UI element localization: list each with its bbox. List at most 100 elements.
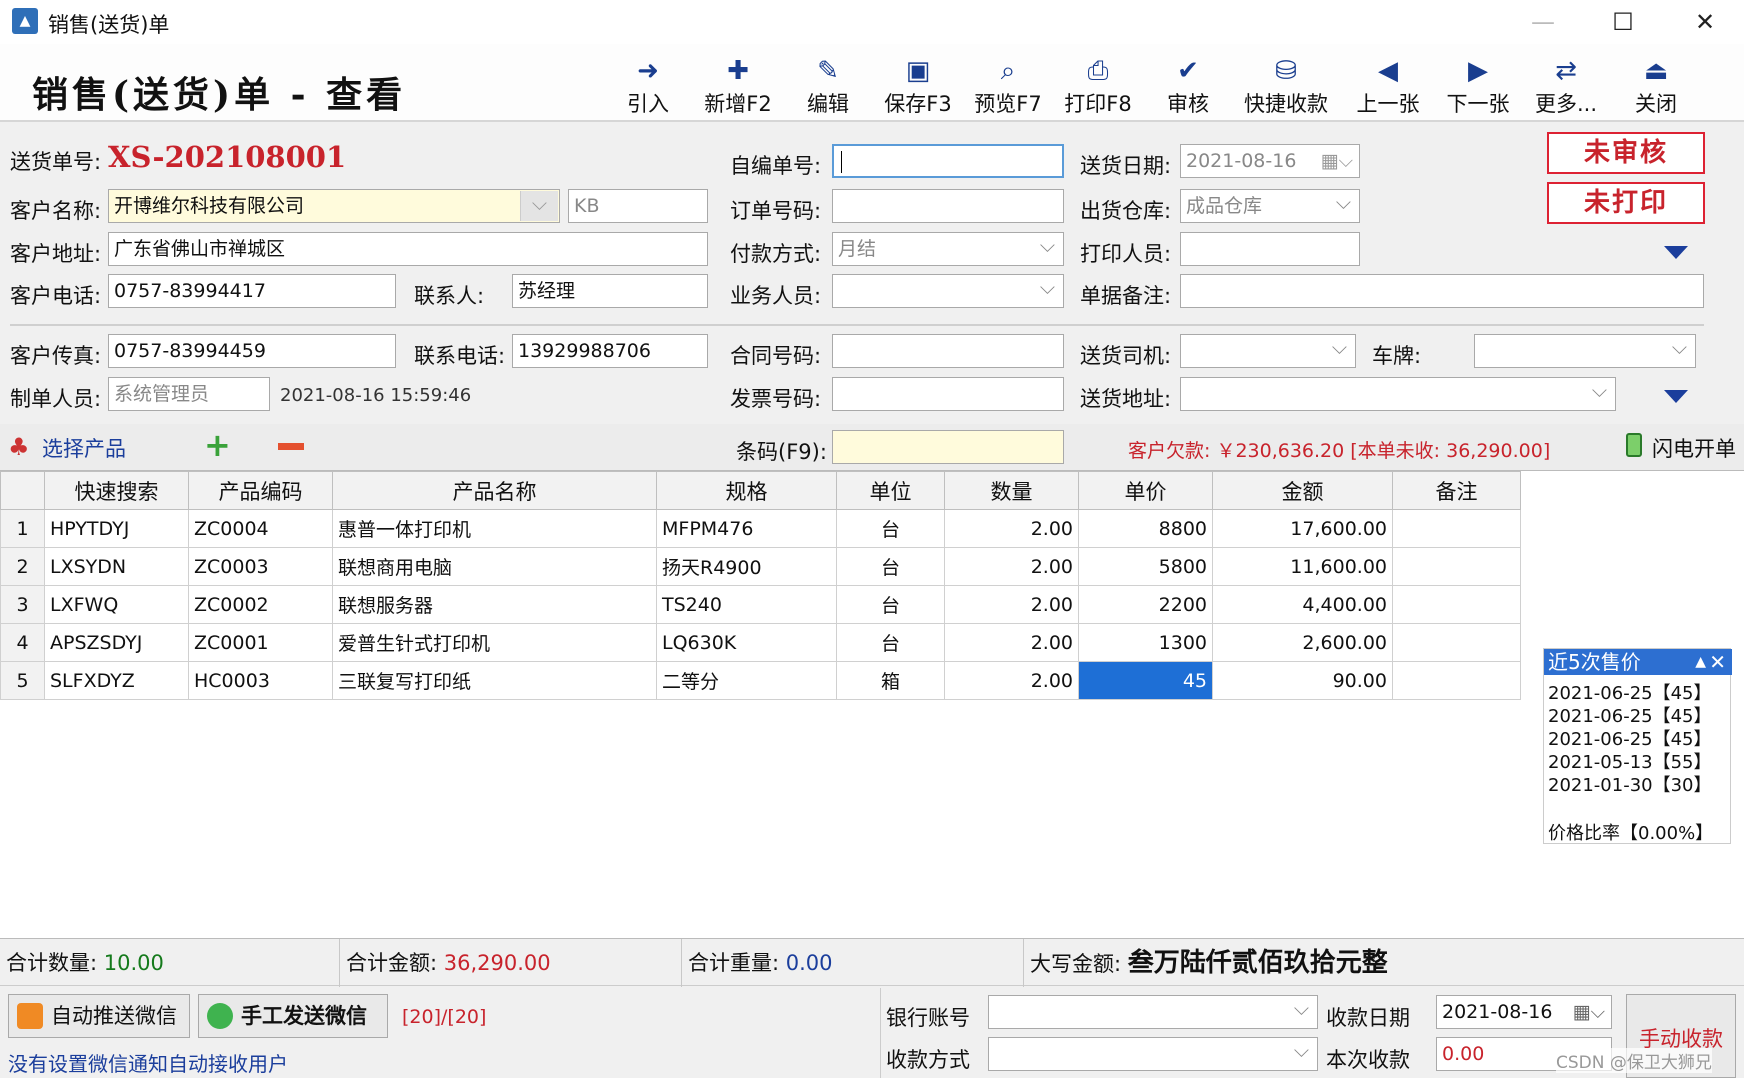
table-cell[interactable]: 2.00 <box>944 509 1079 548</box>
table-cell[interactable]: 45 <box>1078 661 1213 700</box>
column-header[interactable]: 金额 <box>1212 471 1393 510</box>
table-cell[interactable]: 2.00 <box>944 547 1079 586</box>
table-cell[interactable]: 8800 <box>1078 509 1213 548</box>
table-cell[interactable]: 台 <box>836 623 945 662</box>
receive-method-select[interactable] <box>988 1037 1318 1071</box>
phone-input[interactable]: 0757-83994417 <box>108 274 396 308</box>
toolbar-button-3[interactable]: ▣ 保存F3 <box>876 54 960 120</box>
toolbar-button-10[interactable]: ⇄ 更多... <box>1524 54 1608 120</box>
table-cell[interactable]: 2,600.00 <box>1212 623 1393 662</box>
table-row[interactable]: 1 HPYTDYJ ZC0004 惠普一体打印机 MFPM476 台 2.00 8800 17,… <box>0 509 1521 548</box>
column-header[interactable]: 快速搜索 <box>44 471 189 510</box>
table-cell[interactable]: 2.00 <box>944 661 1079 700</box>
table-cell[interactable]: 箱 <box>836 661 945 700</box>
table-cell[interactable]: 11,600.00 <box>1212 547 1393 586</box>
date-input[interactable]: 2021-08-16 ▦⌵ <box>1180 144 1360 178</box>
toolbar-button-7[interactable]: ⛁ 快捷收款 <box>1244 54 1328 120</box>
bank-select[interactable] <box>988 995 1318 1029</box>
table-cell[interactable]: 惠普一体打印机 <box>332 509 657 548</box>
table-cell[interactable] <box>1392 661 1521 700</box>
toolbar-button-1[interactable]: ✚ 新增F2 <box>696 54 780 120</box>
flash-order-button[interactable]: 闪电开单 <box>1652 433 1736 463</box>
column-header[interactable]: 单位 <box>836 471 945 510</box>
table-cell[interactable]: 3 <box>0 585 45 624</box>
table-cell[interactable]: ZC0001 <box>188 623 333 662</box>
order-code-input[interactable] <box>832 189 1064 223</box>
column-header[interactable]: 单价 <box>1078 471 1213 510</box>
table-cell[interactable]: 爱普生针式打印机 <box>332 623 657 662</box>
table-cell[interactable]: ZC0004 <box>188 509 333 548</box>
table-cell[interactable]: APSZSDYJ <box>44 623 189 662</box>
customer-input[interactable]: 开博维尔科技有限公司 <box>108 189 560 223</box>
table-cell[interactable]: 联想商用电脑 <box>332 547 657 586</box>
table-cell[interactable]: 5 <box>0 661 45 700</box>
table-cell[interactable]: 二等分 <box>656 661 837 700</box>
table-cell[interactable]: 台 <box>836 509 945 548</box>
table-cell[interactable]: 扬天R4900 <box>656 547 837 586</box>
table-cell[interactable]: 台 <box>836 547 945 586</box>
column-header[interactable]: 规格 <box>656 471 837 510</box>
table-cell[interactable]: 2.00 <box>944 623 1079 662</box>
table-row[interactable]: 2 LXSYDN ZC0003 联想商用电脑 扬天R4900 台 2.00 5800 11,60… <box>0 547 1521 586</box>
table-cell[interactable]: 4 <box>0 623 45 662</box>
table-row[interactable]: 5 SLFXDYZ HC0003 三联复写打印纸 二等分箱 2.00 45 90.00 <box>0 661 1521 700</box>
payment-select[interactable]: 月结 <box>832 232 1064 266</box>
salesman-select[interactable] <box>832 274 1064 308</box>
maximize-icon[interactable]: ☐ <box>1598 4 1648 40</box>
table-row[interactable]: 4 APSZSDYJ ZC0001 爱普生针式打印机 LQ630K 台 2.00 1300 2,… <box>0 623 1521 662</box>
expand-down-icon-2[interactable] <box>1664 390 1688 403</box>
table-cell[interactable]: 5800 <box>1078 547 1213 586</box>
table-cell[interactable] <box>1392 509 1521 548</box>
table-cell[interactable]: 4,400.00 <box>1212 585 1393 624</box>
customer-dropdown-icon[interactable]: ⌵ <box>520 191 558 221</box>
calendar-icon-2[interactable]: ▦⌵ <box>1573 996 1605 1028</box>
table-cell[interactable]: HC0003 <box>188 661 333 700</box>
customer-code-input[interactable]: KB <box>568 189 708 223</box>
contact-phone-input[interactable]: 13929988706 <box>512 334 708 368</box>
self-no-input[interactable] <box>832 144 1064 178</box>
table-cell[interactable]: 2.00 <box>944 585 1079 624</box>
auto-push-wechat-button[interactable]: 自动推送微信 <box>8 994 190 1038</box>
table-cell[interactable]: 1300 <box>1078 623 1213 662</box>
close-popup-icon[interactable]: ✕ <box>1709 649 1726 675</box>
delivery-address-select[interactable] <box>1180 377 1616 411</box>
table-cell[interactable]: 联想服务器 <box>332 585 657 624</box>
toolbar-button-11[interactable]: ⏏ 关闭 <box>1614 54 1698 120</box>
calendar-icon[interactable]: ▦⌵ <box>1321 145 1353 177</box>
toolbar-button-0[interactable]: ➜ 引入 <box>606 54 690 120</box>
table-row[interactable]: 3 LXFWQ ZC0002 联想服务器 TS240 台 2.00 2200 4,400.00 <box>0 585 1521 624</box>
toolbar-button-4[interactable]: ⌕ 预览F7 <box>966 54 1050 120</box>
toolbar-button-8[interactable]: ◀ 上一张 <box>1346 54 1430 120</box>
toolbar-button-9[interactable]: ▶ 下一张 <box>1436 54 1520 120</box>
minimize-icon[interactable]: — <box>1518 4 1568 40</box>
table-cell[interactable]: 2 <box>0 547 45 586</box>
column-header[interactable]: 数量 <box>944 471 1079 510</box>
table-cell[interactable]: LQ630K <box>656 623 837 662</box>
receive-date-input[interactable]: 2021-08-16 ▦⌵ <box>1436 995 1612 1029</box>
table-cell[interactable]: 2200 <box>1078 585 1213 624</box>
table-cell[interactable] <box>1392 585 1521 624</box>
remove-row-icon[interactable] <box>278 443 304 450</box>
table-cell[interactable]: MFPM476 <box>656 509 837 548</box>
expand-down-icon[interactable] <box>1664 246 1688 259</box>
collapse-icon[interactable]: ▲ <box>1695 649 1706 675</box>
table-cell[interactable]: ZC0003 <box>188 547 333 586</box>
fax-input[interactable]: 0757-83994459 <box>108 334 396 368</box>
contract-input[interactable] <box>832 334 1064 368</box>
driver-select[interactable] <box>1180 334 1356 368</box>
table-cell[interactable]: 台 <box>836 585 945 624</box>
table-cell[interactable] <box>1392 623 1521 662</box>
barcode-input[interactable] <box>832 430 1064 464</box>
table-cell[interactable]: LXFWQ <box>44 585 189 624</box>
manual-send-wechat-button[interactable]: 手工发送微信 <box>198 994 388 1038</box>
invoice-input[interactable] <box>832 377 1064 411</box>
close-window-icon[interactable]: ✕ <box>1680 4 1730 40</box>
warehouse-select[interactable]: 成品仓库 <box>1180 189 1360 223</box>
column-header[interactable]: 备注 <box>1392 471 1521 510</box>
plate-select[interactable] <box>1474 334 1696 368</box>
address-input[interactable]: 广东省佛山市禅城区 <box>108 232 708 266</box>
toolbar-button-2[interactable]: ✎ 编辑 <box>786 54 870 120</box>
column-header[interactable]: 产品编码 <box>188 471 333 510</box>
table-cell[interactable]: ZC0002 <box>188 585 333 624</box>
table-cell[interactable]: SLFXDYZ <box>44 661 189 700</box>
